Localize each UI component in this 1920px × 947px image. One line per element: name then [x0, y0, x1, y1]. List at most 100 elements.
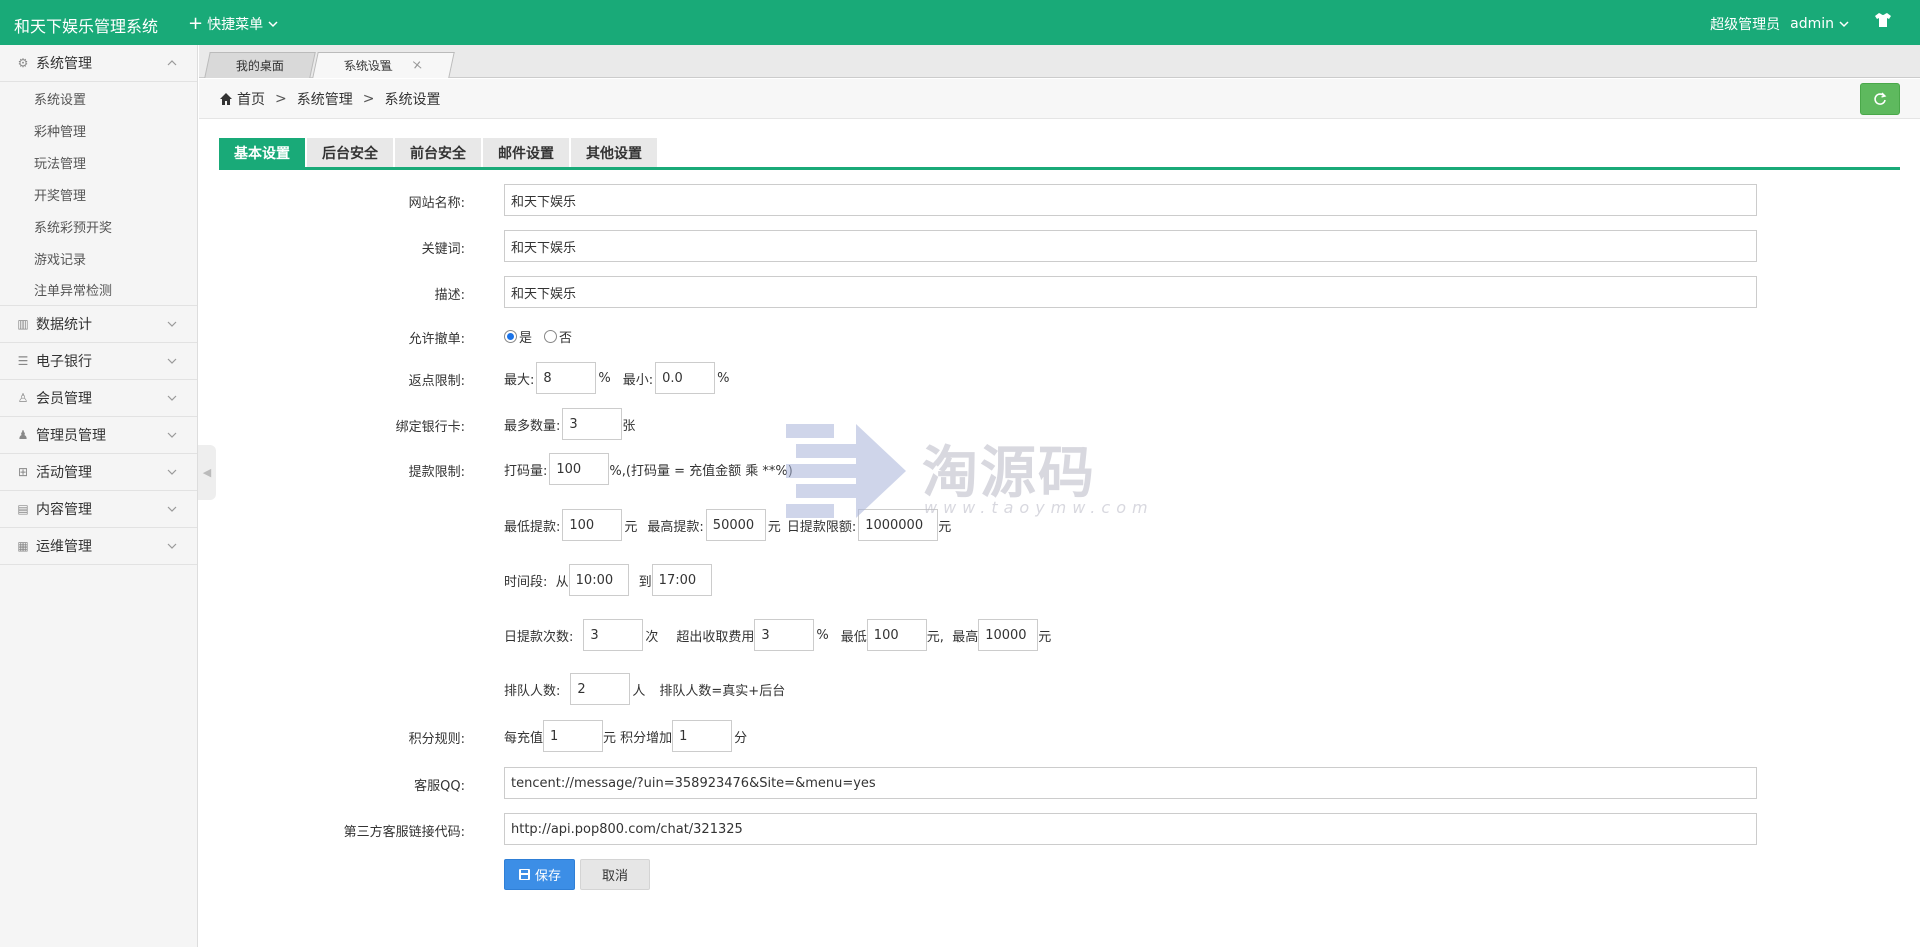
radio-label: 否 — [559, 330, 573, 346]
field-label: 返点限制: — [408, 374, 465, 389]
form-row-withdraw-time: 时间段: 从 到 — [0, 564, 1920, 596]
points-recharge-input[interactable] — [543, 720, 604, 752]
withdraw-count-input[interactable] — [583, 619, 644, 651]
sidebar-item-play-rules[interactable]: 玩法管理 — [0, 146, 197, 178]
page-tab-desktop[interactable]: 我的桌面 — [204, 52, 316, 78]
text: 打码量: — [504, 463, 548, 479]
chevron-down-icon — [167, 543, 177, 549]
chevron-down-icon — [1839, 21, 1849, 28]
unit: % — [816, 627, 829, 643]
tab-other-settings[interactable]: 其他设置 — [571, 138, 657, 167]
form-row-points: 积分规则: 每充值 元 积分增加 分 — [0, 720, 1920, 752]
breadcrumb-home[interactable]: 首页 — [237, 89, 265, 109]
watermark-text: 淘源码 — [922, 441, 1096, 506]
allow-cancel-no-radio[interactable] — [544, 329, 558, 343]
unit: 人 — [632, 683, 646, 699]
field-label: 客服QQ: — [414, 779, 465, 794]
field-label: 描述: — [434, 288, 465, 303]
quick-menu-button[interactable]: + 快捷菜单 — [188, 14, 279, 34]
page-tab-label: 系统设置 — [342, 59, 394, 73]
gear-icon: ⚙ — [17, 56, 29, 70]
text: 最低提款: — [504, 519, 561, 535]
sidebar-item-lottery-types[interactable]: 彩种管理 — [0, 114, 197, 146]
customer-qq-input[interactable] — [504, 767, 1757, 799]
bind-card-max-input[interactable] — [562, 408, 623, 440]
form-row-rebate: 返点限制: 最大: % 最小: % — [0, 362, 1920, 394]
form-row-third-party: 第三方客服链接代码: — [0, 813, 1920, 845]
watermark-logo-icon — [786, 424, 906, 518]
note: 排队人数=真实+后台 — [659, 683, 786, 699]
form-row-site-name: 网站名称: — [0, 184, 1920, 216]
site-name-input[interactable] — [504, 184, 1757, 216]
watermark-url: www.taoymw.com — [924, 498, 1154, 517]
unit: 元 — [767, 519, 781, 535]
text: 最多数量: — [504, 418, 561, 434]
plus-icon: + — [188, 13, 204, 34]
field-label: 网站名称: — [408, 196, 465, 211]
text: 排队人数: — [504, 683, 561, 699]
cancel-button[interactable]: 取消 — [580, 859, 651, 890]
text: 每充值 — [504, 730, 544, 746]
tab-backend-security[interactable]: 后台安全 — [307, 138, 393, 167]
keywords-input[interactable] — [504, 230, 1757, 262]
breadcrumb-separator: > — [362, 90, 375, 107]
fee-min-input[interactable] — [866, 619, 927, 651]
form-row-description: 描述: — [0, 276, 1920, 308]
form-row-queue: 排队人数: 人 排队人数=真实+后台 — [0, 673, 1920, 705]
form-row-withdraw-count: 日提款次数: 次 超出收取费用 % 最低 元, 最高 元 — [0, 619, 1920, 651]
page-tab-settings[interactable]: 系统设置 × — [312, 52, 455, 78]
third-party-link-input[interactable] — [504, 813, 1757, 845]
radio-label: 是 — [519, 330, 533, 346]
time-from-input[interactable] — [568, 564, 629, 596]
top-bar: 和天下娱乐管理系统 + 快捷菜单 超级管理员 admin — [0, 0, 1920, 45]
field-label: 第三方客服链接代码: — [343, 825, 465, 840]
tab-mail-settings[interactable]: 邮件设置 — [483, 138, 569, 167]
user-menu[interactable]: 超级管理员 admin — [1710, 14, 1850, 34]
breadcrumb: 首页 > 系统管理 > 系统设置 — [199, 79, 1920, 119]
withdraw-max-input[interactable] — [705, 509, 766, 541]
form-actions: 保存 取消 — [0, 859, 1920, 891]
text: 最小: — [622, 372, 654, 388]
sidebar-group-system[interactable]: ⚙ 系统管理 — [0, 45, 197, 82]
text: 日提款次数: — [504, 629, 574, 645]
refresh-button[interactable] — [1860, 83, 1900, 115]
unit: 张 — [622, 418, 636, 434]
close-icon[interactable]: × — [410, 58, 424, 73]
description-input[interactable] — [504, 276, 1757, 308]
breadcrumb-level1: 系统管理 — [296, 91, 353, 108]
unit: % — [598, 370, 611, 386]
field-label: 积分规则: — [408, 732, 465, 747]
tab-basic-settings[interactable]: 基本设置 — [219, 138, 305, 167]
home-icon — [220, 92, 232, 105]
watermark: 淘源码 www.taoymw.com — [786, 424, 1148, 524]
fee-input[interactable] — [754, 619, 815, 651]
refresh-icon — [1874, 92, 1887, 105]
rebate-min-input[interactable] — [655, 362, 716, 394]
username: admin — [1790, 16, 1834, 32]
fee-max-input[interactable] — [978, 619, 1039, 651]
rebate-max-input[interactable] — [536, 362, 597, 394]
sidebar-item-system-settings[interactable]: 系统设置 — [0, 82, 197, 114]
allow-cancel-yes-radio[interactable] — [504, 329, 517, 343]
withdraw-min-input[interactable] — [562, 509, 623, 541]
settings-tabs: 基本设置 后台安全 前台安全 邮件设置 其他设置 — [219, 138, 1900, 170]
unit: 次 — [645, 629, 659, 645]
skin-shirt-icon[interactable] — [1874, 11, 1892, 29]
text: 到 — [638, 574, 652, 590]
form-row-keywords: 关键词: — [0, 230, 1920, 262]
points-add-input[interactable] — [672, 720, 733, 752]
form-row-allow-cancel: 允许撤单: 是 否 — [0, 320, 1920, 352]
save-label: 保存 — [535, 869, 562, 884]
ops-icon: ▦ — [17, 539, 29, 553]
unit: 元 — [624, 519, 638, 535]
time-to-input[interactable] — [651, 564, 712, 596]
page-tab-label: 我的桌面 — [235, 59, 284, 73]
text: 最低 — [840, 629, 867, 645]
queue-input[interactable] — [570, 673, 631, 705]
tab-frontend-security[interactable]: 前台安全 — [395, 138, 481, 167]
text: 元 积分增加 — [603, 730, 673, 746]
bet-amount-input[interactable] — [549, 453, 610, 485]
save-button[interactable]: 保存 — [504, 859, 576, 890]
chevron-down-icon — [268, 21, 278, 28]
quick-menu-label: 快捷菜单 — [207, 17, 264, 33]
